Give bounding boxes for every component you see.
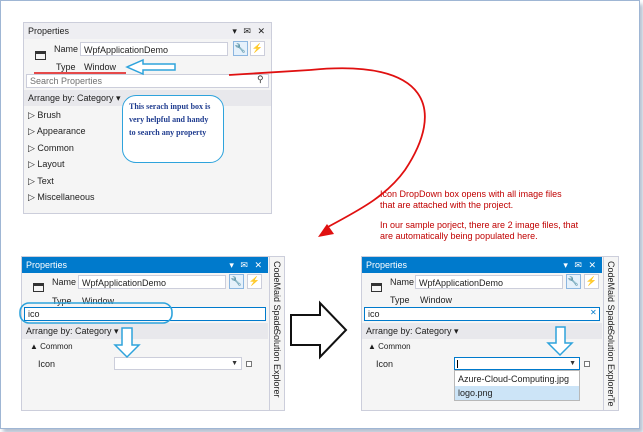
red-pointer-line [228, 69, 311, 76]
blue-down-arrow-right [546, 326, 574, 357]
blue-search-highlight [19, 302, 173, 324]
blue-down-arrow-left [113, 327, 141, 359]
black-right-arrow [290, 300, 348, 360]
red-curved-arrow [309, 67, 426, 229]
annotation-overlay [19, 58, 574, 360]
blue-left-arrow [125, 58, 176, 76]
